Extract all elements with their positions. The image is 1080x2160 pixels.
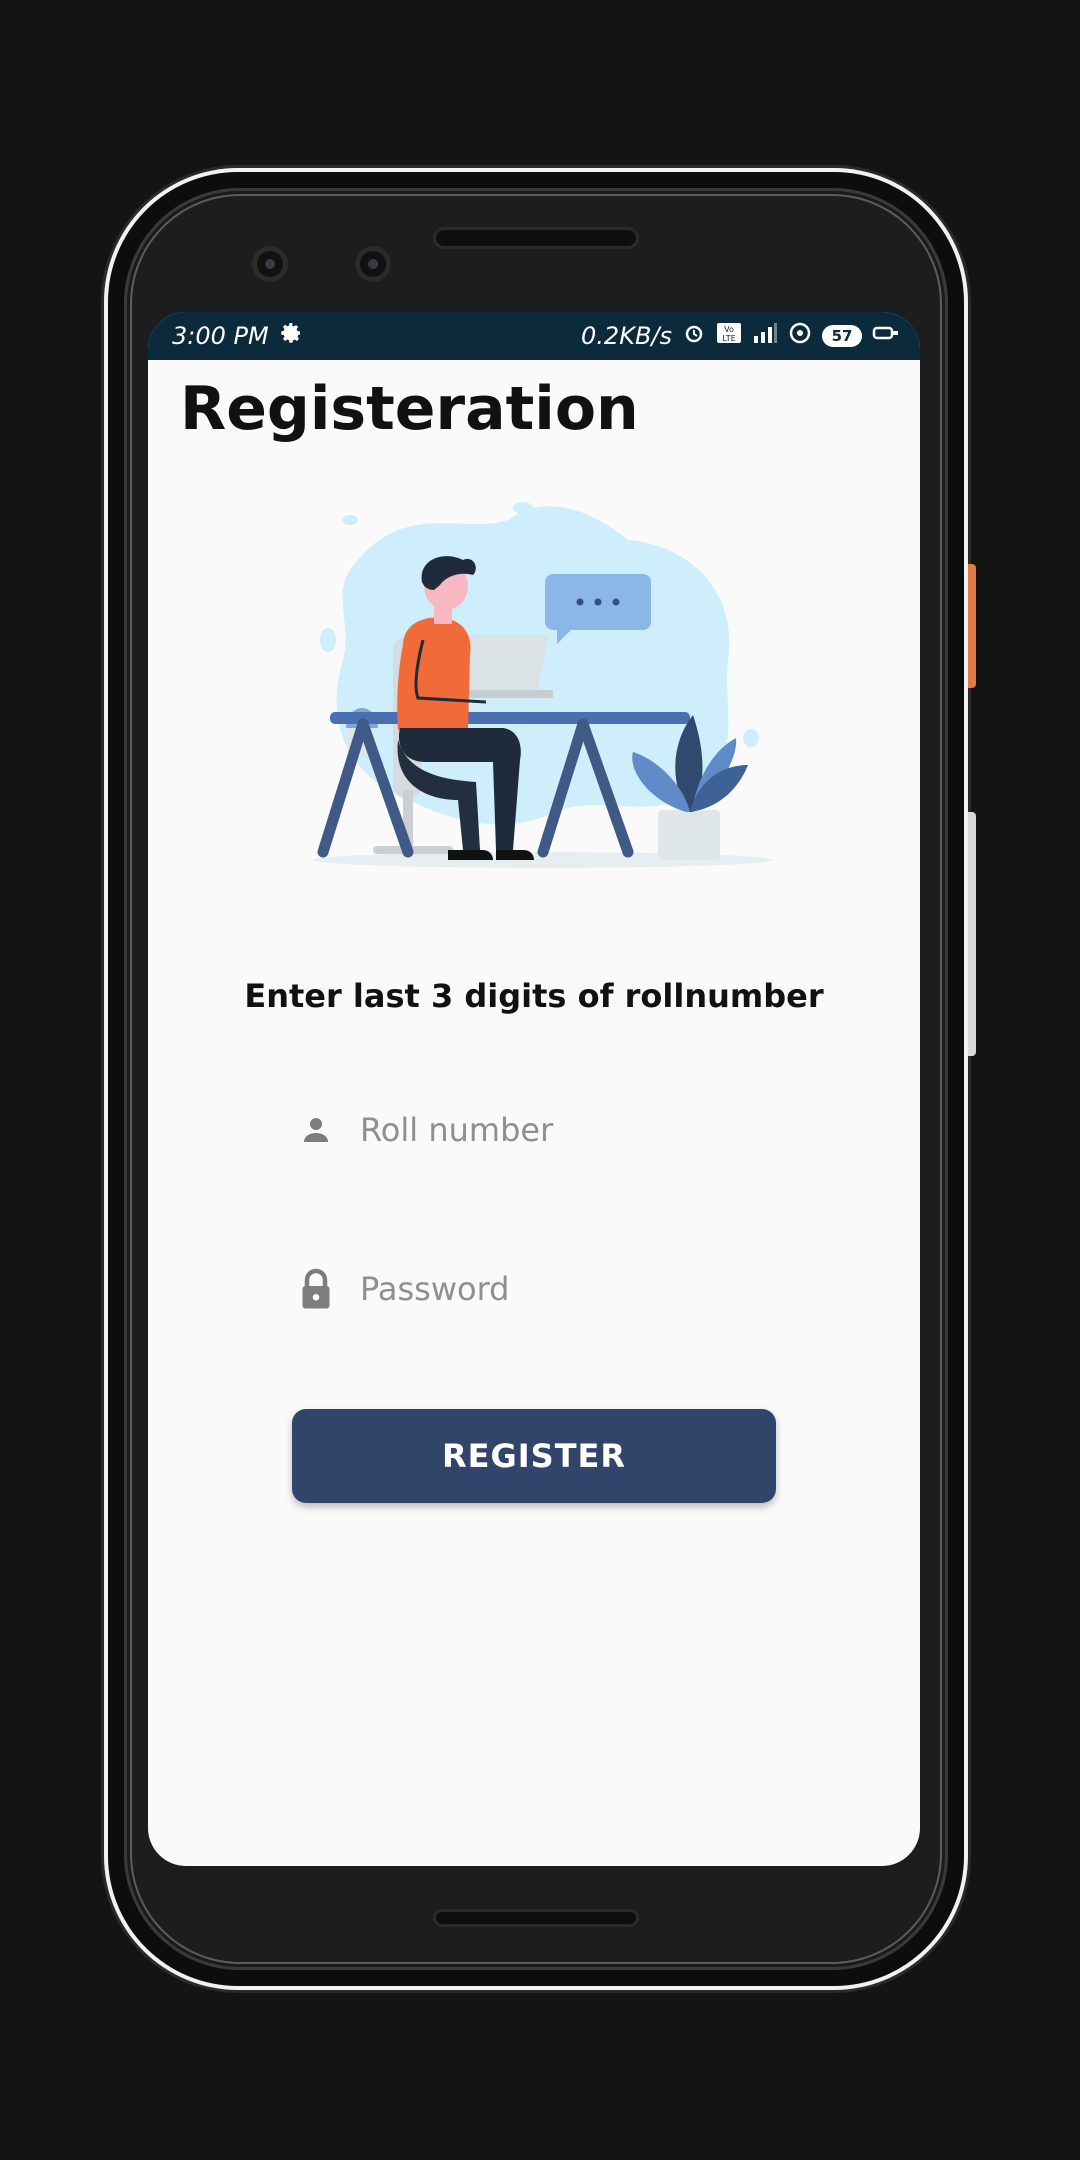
front-sensor — [355, 246, 391, 282]
roll-number-input[interactable]: Roll number — [360, 1111, 553, 1149]
alarm-icon — [682, 321, 706, 351]
register-button[interactable]: REGISTER — [292, 1409, 776, 1503]
volte-icon: Vo LTE — [716, 321, 742, 351]
app-screen: 3:00 PM 0.2KB/s Vo LTE 57 Registeration … — [148, 312, 920, 1866]
volte-text-bottom: LTE — [722, 334, 735, 343]
power-button — [968, 564, 976, 688]
top-speaker — [436, 230, 636, 246]
signal-icon — [752, 321, 778, 351]
person-icon — [298, 1110, 334, 1150]
battery-icon: 57 — [822, 325, 862, 347]
bottom-speaker — [436, 1912, 636, 1924]
password-field[interactable]: Password — [298, 1259, 768, 1319]
front-camera — [252, 246, 288, 282]
gear-icon — [279, 321, 303, 351]
password-input[interactable]: Password — [360, 1270, 509, 1308]
workspace-illustration — [313, 502, 773, 868]
net-speed: 0.2KB/s — [581, 322, 672, 350]
volte-text-top: Vo — [724, 325, 734, 334]
status-bar: 3:00 PM 0.2KB/s Vo LTE 57 — [148, 312, 920, 360]
volume-button — [968, 812, 976, 1056]
lock-icon — [298, 1268, 334, 1309]
roll-number-field[interactable]: Roll number — [298, 1100, 768, 1160]
hotspot-icon — [788, 321, 812, 351]
key-icon — [872, 321, 900, 351]
page-title: Registeration — [180, 374, 639, 444]
status-time: 3:00 PM — [172, 322, 269, 350]
instruction-text: Enter last 3 digits of rollnumber — [244, 977, 824, 1015]
